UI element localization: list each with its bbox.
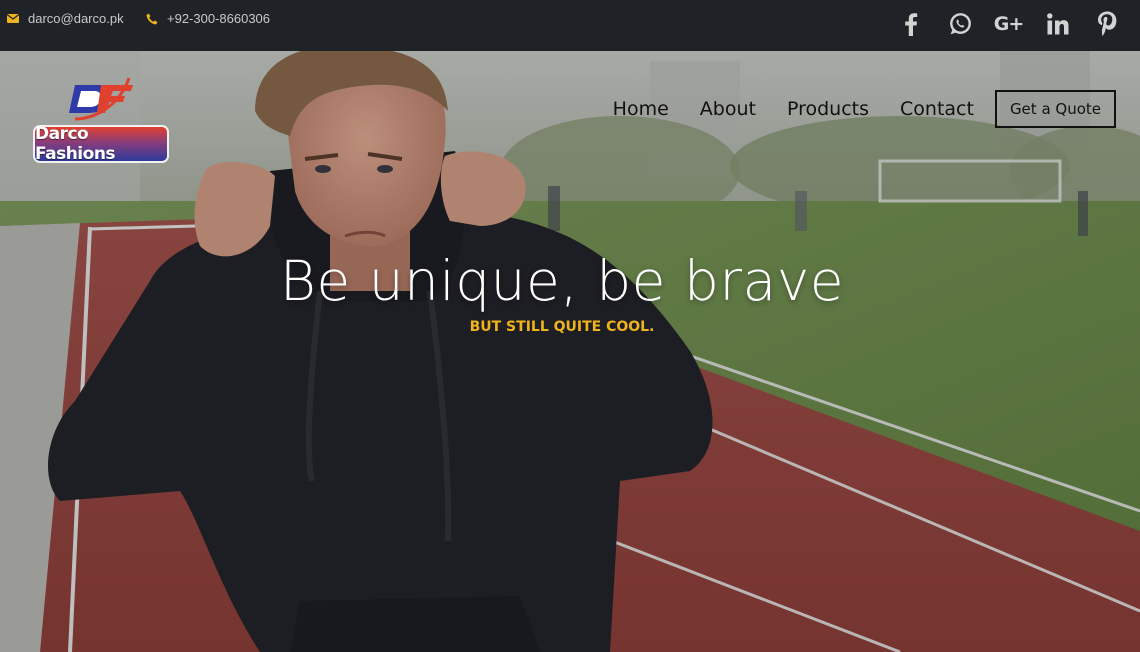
hero-section: Darco Fashions Home About Products Conta… — [0, 51, 1140, 652]
phone-icon — [146, 13, 158, 25]
nav-item-about[interactable]: About — [700, 98, 756, 120]
brand-name: Darco Fashions — [35, 124, 116, 164]
contact-phone[interactable]: +92-300-8660306 — [146, 11, 270, 26]
phone-text: +92-300-8660306 — [167, 11, 271, 26]
social-links: G+ — [897, 10, 1120, 37]
main-nav: Home About Products Contact Get a Quote — [613, 90, 1116, 128]
hero-tagline: BUT STILL QUITE COOL. — [469, 319, 655, 335]
linkedin-icon[interactable] — [1044, 10, 1071, 37]
email-text: darco@darco.pk — [28, 11, 124, 26]
top-bar: darco@darco.pk +92-300-8660306 G+ — [0, 0, 1140, 51]
df-monogram-icon — [69, 77, 133, 121]
pinterest-icon[interactable] — [1093, 10, 1120, 37]
contact-email[interactable]: darco@darco.pk — [7, 11, 124, 26]
brand-name-badge: Darco Fashions — [33, 124, 169, 164]
google-plus-icon[interactable]: G+ — [994, 10, 1024, 37]
envelope-icon — [7, 14, 19, 23]
nav-item-products[interactable]: Products — [787, 98, 869, 120]
nav-item-home[interactable]: Home — [613, 98, 669, 120]
whatsapp-icon[interactable] — [946, 10, 973, 37]
facebook-icon[interactable] — [897, 10, 924, 37]
get-a-quote-button[interactable]: Get a Quote — [994, 90, 1116, 128]
hero-headline: Be unique, be brave — [279, 249, 845, 313]
brand-logo[interactable]: Darco Fashions — [33, 73, 173, 173]
nav-item-contact[interactable]: Contact — [900, 98, 974, 120]
